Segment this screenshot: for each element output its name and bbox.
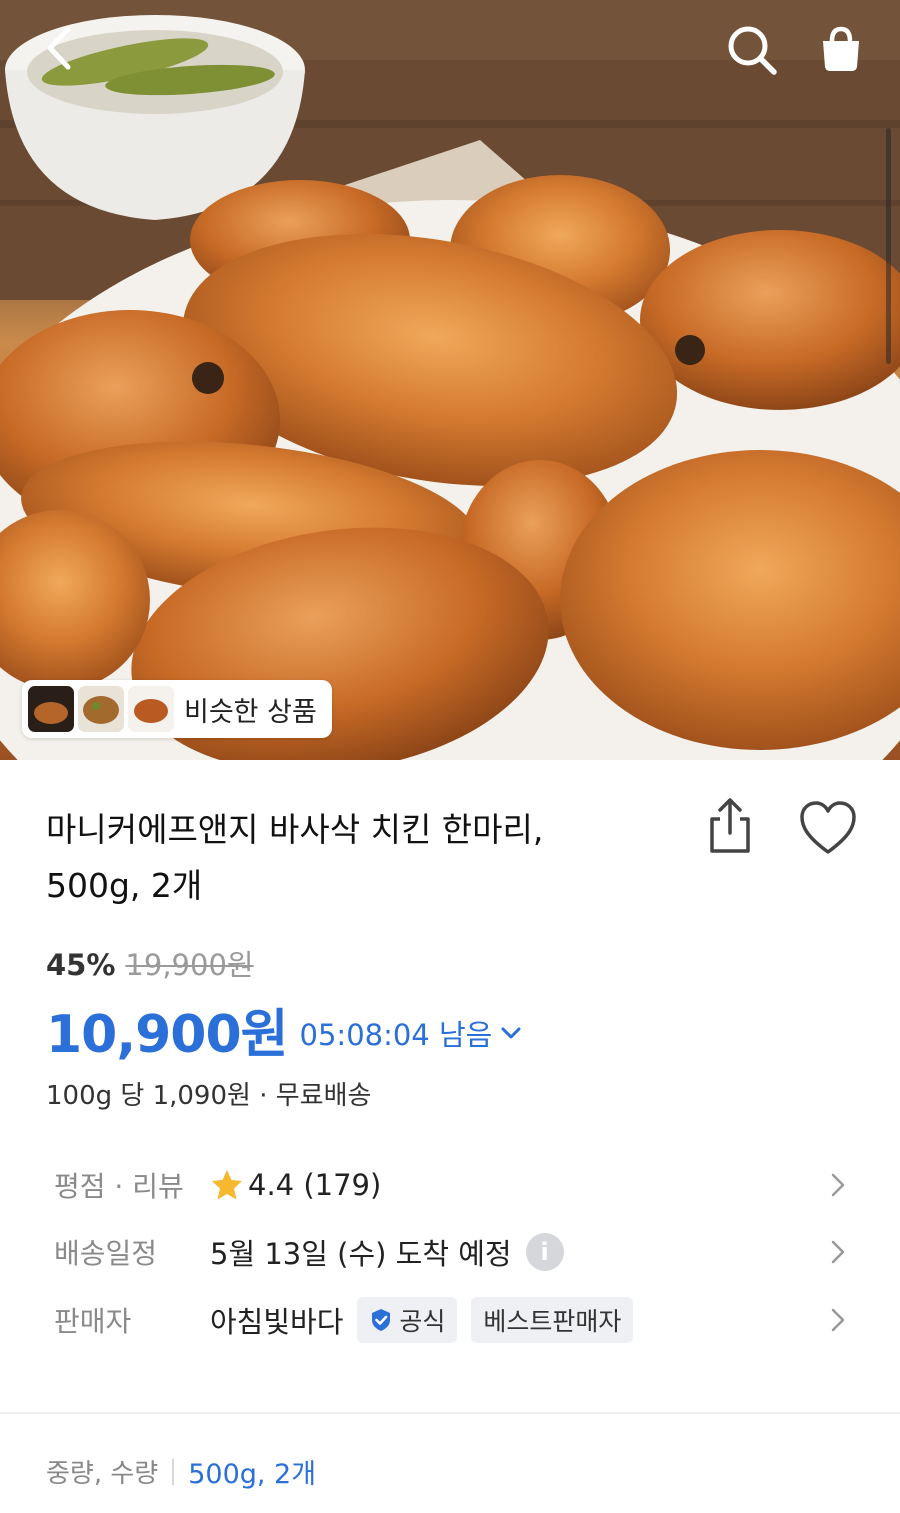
- similar-products-button[interactable]: 비슷한 상품: [22, 680, 332, 738]
- chevron-right-icon: [831, 1240, 845, 1264]
- discount-row: 45% 19,900원: [46, 942, 254, 984]
- verified-check-icon: [372, 1309, 391, 1331]
- sale-timer[interactable]: 05:08:04 남음: [300, 1012, 493, 1054]
- info-icon[interactable]: i: [525, 1233, 564, 1271]
- chevron-left-icon: [47, 26, 71, 70]
- chevron-right-icon: [831, 1308, 845, 1332]
- product-image-gallery[interactable]: 비슷한 상품: [0, 0, 900, 760]
- wishlist-button[interactable]: [796, 798, 860, 858]
- rating-review-row[interactable]: 평점 · 리뷰 4.4 (179): [54, 1160, 864, 1210]
- chevron-right-icon: [831, 1173, 845, 1197]
- share-button[interactable]: [700, 795, 760, 859]
- section-divider: [0, 1412, 900, 1414]
- price-row: 10,900원 05:08:04 남음: [46, 992, 522, 1067]
- gallery-scroll-indicator: [886, 128, 891, 364]
- fried-chicken-photo: [0, 0, 900, 760]
- similar-product-thumbnail: [128, 686, 174, 732]
- rating-value: 4.4 (179): [248, 1168, 382, 1202]
- product-title: 마니커에프앤지 바사삭 치킨 한마리, 500g, 2개: [46, 810, 544, 905]
- sale-price: 10,900원: [46, 1005, 289, 1065]
- search-icon: [728, 26, 777, 75]
- similar-product-thumbnail: [78, 686, 124, 732]
- search-button[interactable]: [720, 18, 784, 82]
- best-seller-badge: 베스트판매자: [471, 1297, 634, 1343]
- heart-icon: [800, 801, 856, 854]
- similar-products-label: 비슷한 상품: [184, 696, 317, 728]
- option-label: 중량, 수량: [46, 1459, 159, 1489]
- shopping-bag-icon: [823, 26, 859, 71]
- option-separator: [172, 1458, 175, 1485]
- official-badge-label: 공식: [399, 1307, 446, 1336]
- option-selector[interactable]: 중량, 수량 500g, 2개: [46, 1452, 316, 1491]
- unit-price-shipping: 100g 당 1,090원 · 무료배송: [46, 1081, 372, 1111]
- seller-row[interactable]: 판매자 아침빛바다 공식 베스트판매자: [54, 1295, 864, 1345]
- official-badge: 공식: [357, 1297, 458, 1343]
- delivery-label: 배송일정: [54, 1237, 158, 1270]
- seller-name: 아침빛바다: [210, 1305, 344, 1339]
- star-icon: [212, 1170, 242, 1200]
- cart-button[interactable]: [808, 16, 874, 82]
- back-button[interactable]: [30, 18, 90, 78]
- delivery-schedule-row[interactable]: 배송일정 5월 13일 (수) 도착 예정 i: [54, 1227, 864, 1277]
- share-icon: [710, 798, 750, 853]
- delivery-date: 5월 13일 (수) 도착 예정: [210, 1237, 512, 1271]
- seller-label: 판매자: [54, 1305, 132, 1338]
- similar-product-thumbnail: [28, 686, 74, 732]
- option-value: 500g, 2개: [188, 1459, 317, 1490]
- chevron-down-icon[interactable]: [500, 1025, 522, 1041]
- discount-percent: 45%: [46, 948, 116, 982]
- rating-label: 평점 · 리뷰: [54, 1170, 184, 1203]
- original-price: 19,900원: [125, 948, 254, 982]
